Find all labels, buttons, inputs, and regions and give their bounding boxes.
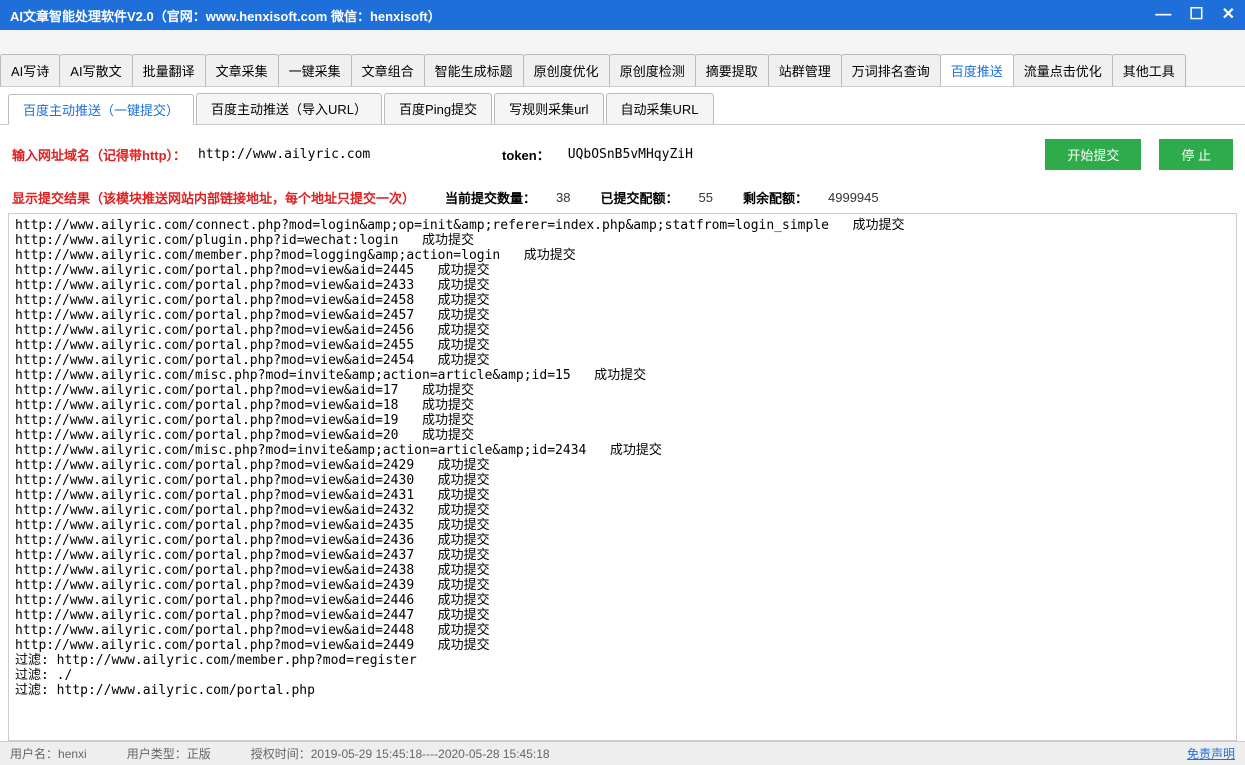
log-line: http://www.ailyric.com/portal.php?mod=vi… xyxy=(15,383,1230,398)
log-line: http://www.ailyric.com/portal.php?mod=vi… xyxy=(15,458,1230,473)
log-line: http://www.ailyric.com/portal.php?mod=vi… xyxy=(15,533,1230,548)
url-label: 输入网址域名（记得带http）： xyxy=(12,145,186,164)
maximize-icon[interactable]: ☐ xyxy=(1189,7,1203,23)
log-line: http://www.ailyric.com/misc.php?mod=invi… xyxy=(15,443,1230,458)
user-type-value: 正版 xyxy=(187,747,211,761)
close-icon[interactable]: ✕ xyxy=(1222,7,1235,23)
submitted-quota-label: 已提交配额： xyxy=(601,188,679,207)
sub-tab-0[interactable]: 百度主动推送（一键提交） xyxy=(8,94,194,125)
stop-button[interactable]: 停 止 xyxy=(1159,139,1233,170)
auth-time-label: 授权时间： xyxy=(251,747,311,761)
start-submit-button[interactable]: 开始提交 xyxy=(1045,139,1141,170)
sub-tab-3[interactable]: 写规则采集url xyxy=(494,93,603,124)
main-tab-0[interactable]: AI写诗 xyxy=(0,54,60,86)
main-tab-bar: AI写诗AI写散文批量翻译文章采集一键采集文章组合智能生成标题原创度优化原创度检… xyxy=(0,30,1245,87)
window-title: AI文章智能处理软件V2.0（官网：www.henxisoft.com 微信：h… xyxy=(10,6,1155,25)
log-line: http://www.ailyric.com/portal.php?mod=vi… xyxy=(15,353,1230,368)
main-tab-4[interactable]: 一键采集 xyxy=(278,54,352,86)
remain-quota-label: 剩余配额： xyxy=(743,188,808,207)
log-line: http://www.ailyric.com/portal.php?mod=vi… xyxy=(15,338,1230,353)
token-value: UQbOSnB5vMHqyZiH xyxy=(568,147,693,162)
log-line: http://www.ailyric.com/portal.php?mod=vi… xyxy=(15,503,1230,518)
main-tab-8[interactable]: 原创度检测 xyxy=(609,54,696,86)
log-line: http://www.ailyric.com/portal.php?mod=vi… xyxy=(15,563,1230,578)
minimize-icon[interactable]: — xyxy=(1155,7,1171,23)
log-line: http://www.ailyric.com/connect.php?mod=l… xyxy=(15,218,1230,233)
statusbar: 用户名：henxi 用户类型：正版 授权时间：2019-05-29 15:45:… xyxy=(0,741,1245,765)
log-line: http://www.ailyric.com/portal.php?mod=vi… xyxy=(15,428,1230,443)
log-line: 过滤: http://www.ailyric.com/member.php?mo… xyxy=(15,653,1230,668)
main-tab-5[interactable]: 文章组合 xyxy=(351,54,425,86)
log-line: http://www.ailyric.com/member.php?mod=lo… xyxy=(15,248,1230,263)
log-line: http://www.ailyric.com/portal.php?mod=vi… xyxy=(15,263,1230,278)
main-tab-14[interactable]: 其他工具 xyxy=(1112,54,1186,86)
log-line: http://www.ailyric.com/portal.php?mod=vi… xyxy=(15,548,1230,563)
log-line: http://www.ailyric.com/portal.php?mod=vi… xyxy=(15,308,1230,323)
main-tab-6[interactable]: 智能生成标题 xyxy=(424,54,524,86)
log-line: http://www.ailyric.com/portal.php?mod=vi… xyxy=(15,323,1230,338)
disclaimer-link[interactable]: 免责声明 xyxy=(1187,745,1235,762)
main-tab-7[interactable]: 原创度优化 xyxy=(523,54,610,86)
main-tab-9[interactable]: 摘要提取 xyxy=(695,54,769,86)
result-label: 显示提交结果（该模块推送网站内部链接地址，每个地址只提交一次） xyxy=(12,188,415,207)
remain-quota-value: 4999945 xyxy=(828,190,879,205)
log-line: http://www.ailyric.com/plugin.php?id=wec… xyxy=(15,233,1230,248)
main-tab-11[interactable]: 万词排名查询 xyxy=(841,54,941,86)
main-tab-1[interactable]: AI写散文 xyxy=(59,54,132,86)
log-line: http://www.ailyric.com/portal.php?mod=vi… xyxy=(15,398,1230,413)
main-tab-13[interactable]: 流量点击优化 xyxy=(1013,54,1113,86)
sub-tab-2[interactable]: 百度Ping提交 xyxy=(384,93,492,124)
user-type-label: 用户类型： xyxy=(127,747,187,761)
main-tab-12[interactable]: 百度推送 xyxy=(940,54,1014,86)
main-tab-3[interactable]: 文章采集 xyxy=(205,54,279,86)
log-line: http://www.ailyric.com/portal.php?mod=vi… xyxy=(15,518,1230,533)
log-line: http://www.ailyric.com/portal.php?mod=vi… xyxy=(15,278,1230,293)
log-line: 过滤: ./ xyxy=(15,668,1230,683)
sub-tab-bar: 百度主动推送（一键提交）百度主动推送（导入URL）百度Ping提交写规则采集ur… xyxy=(0,87,1245,125)
log-line: http://www.ailyric.com/portal.php?mod=vi… xyxy=(15,593,1230,608)
token-label: token： xyxy=(502,145,550,164)
sub-tab-4[interactable]: 自动采集URL xyxy=(606,93,714,124)
stats-row: 显示提交结果（该模块推送网站内部链接地址，每个地址只提交一次） 当前提交数量： … xyxy=(0,184,1245,213)
titlebar: AI文章智能处理软件V2.0（官网：www.henxisoft.com 微信：h… xyxy=(0,0,1245,30)
log-line: http://www.ailyric.com/portal.php?mod=vi… xyxy=(15,578,1230,593)
auth-time-value: 2019-05-29 15:45:18----2020-05-28 15:45:… xyxy=(311,747,550,761)
input-row: 输入网址域名（记得带http）： token： UQbOSnB5vMHqyZiH… xyxy=(0,125,1245,184)
log-line: http://www.ailyric.com/portal.php?mod=vi… xyxy=(15,608,1230,623)
log-line: http://www.ailyric.com/portal.php?mod=vi… xyxy=(15,293,1230,308)
log-line: http://www.ailyric.com/portal.php?mod=vi… xyxy=(15,413,1230,428)
log-line: http://www.ailyric.com/portal.php?mod=vi… xyxy=(15,623,1230,638)
main-tab-10[interactable]: 站群管理 xyxy=(768,54,842,86)
current-count-value: 38 xyxy=(556,190,570,205)
log-line: http://www.ailyric.com/portal.php?mod=vi… xyxy=(15,638,1230,653)
user-label: 用户名： xyxy=(10,747,58,761)
log-line: http://www.ailyric.com/misc.php?mod=invi… xyxy=(15,368,1230,383)
log-line: http://www.ailyric.com/portal.php?mod=vi… xyxy=(15,488,1230,503)
submitted-quota-value: 55 xyxy=(699,190,713,205)
main-tab-2[interactable]: 批量翻译 xyxy=(132,54,206,86)
log-output[interactable]: http://www.ailyric.com/connect.php?mod=l… xyxy=(8,213,1237,741)
url-input[interactable] xyxy=(194,145,414,164)
sub-tab-1[interactable]: 百度主动推送（导入URL） xyxy=(196,93,382,124)
log-line: http://www.ailyric.com/portal.php?mod=vi… xyxy=(15,473,1230,488)
current-count-label: 当前提交数量： xyxy=(445,188,536,207)
log-line: 过滤: http://www.ailyric.com/portal.php xyxy=(15,683,1230,698)
user-value: henxi xyxy=(58,747,87,761)
